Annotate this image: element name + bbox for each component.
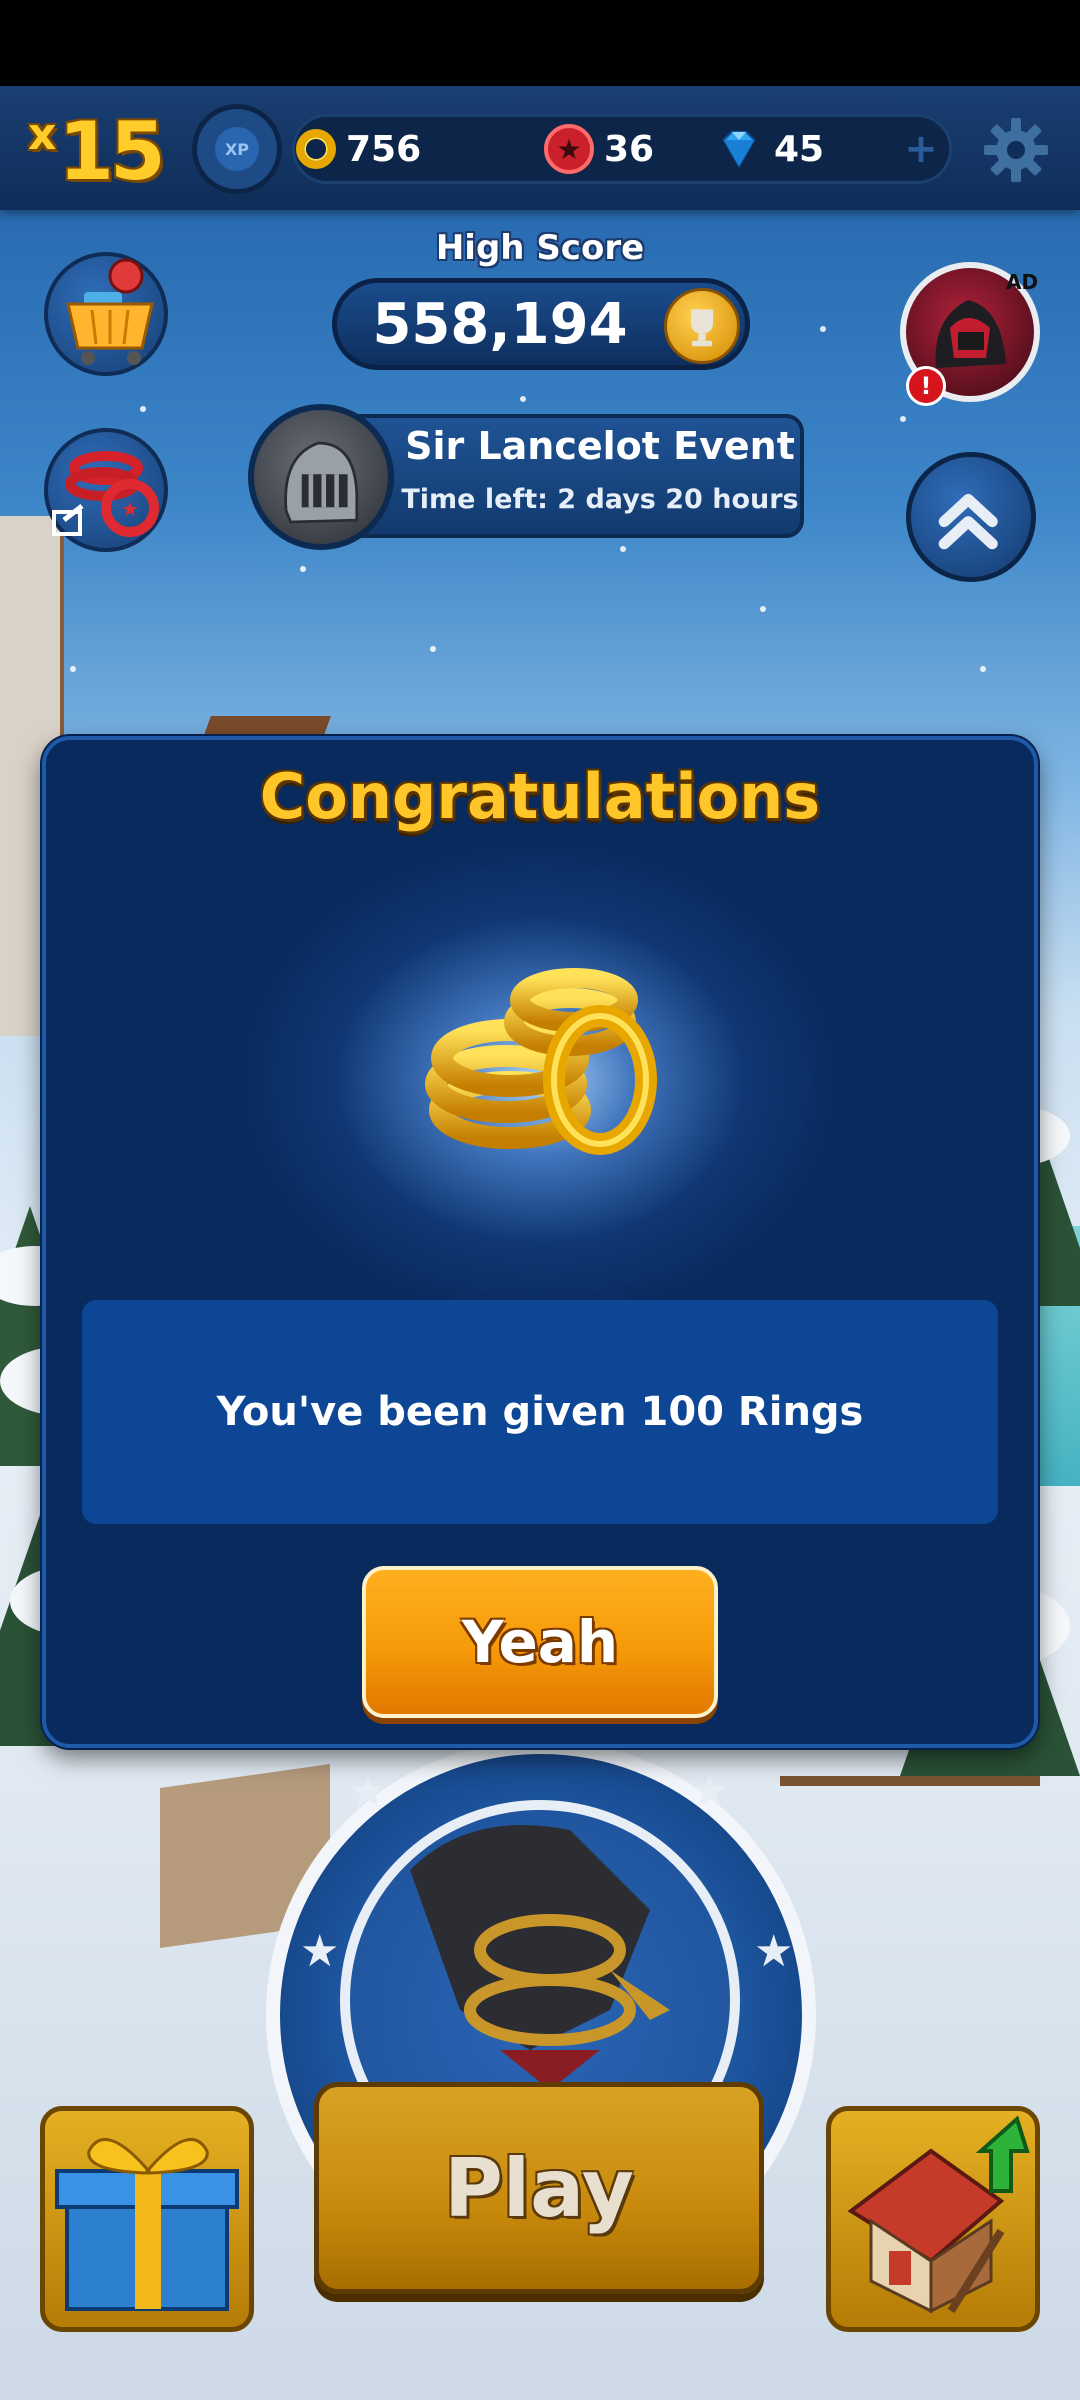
- alert-symbol: !: [920, 372, 932, 400]
- star-icon: ★: [754, 1926, 794, 1977]
- gems-count: 45: [774, 128, 825, 170]
- status-bar: [0, 0, 1080, 86]
- gems-counter: 45: [716, 118, 824, 180]
- score-multiplier: x 15: [28, 98, 166, 198]
- multiplier-value: 15: [58, 105, 165, 198]
- gift-icon: [55, 2137, 239, 2311]
- trophy-icon[interactable]: [664, 288, 740, 364]
- dialog-message: You've been given 100 Rings: [216, 1389, 864, 1435]
- chevron-up-icon: [938, 493, 998, 550]
- house-upgrade-icon: [847, 2115, 1030, 2314]
- xp-progress-badge[interactable]: XP: [192, 104, 282, 194]
- build-button[interactable]: [826, 2106, 1040, 2332]
- svg-text:★: ★: [121, 497, 139, 521]
- buy-currency-button[interactable]: +: [898, 124, 944, 174]
- gift-button[interactable]: [40, 2106, 254, 2332]
- xp-icon: XP: [215, 127, 259, 171]
- ad-badge: AD: [1006, 270, 1039, 294]
- share-rings-button[interactable]: ★: [44, 428, 168, 552]
- gold-rings-icon: [425, 968, 657, 1155]
- shop-cart-icon: [66, 258, 154, 365]
- high-score-label: High Score: [435, 228, 645, 268]
- expand-menu-button[interactable]: [906, 452, 1036, 582]
- confirm-button-label: Yeah: [461, 1608, 619, 1676]
- gem-icon: [722, 131, 756, 169]
- star-icon: ★: [300, 1926, 340, 1977]
- rings-counter: 756: [296, 118, 421, 180]
- multiplier-prefix: x: [28, 109, 57, 160]
- knight-helmet: [284, 441, 359, 524]
- event-time-left: Time left: 2 days 20 hours: [401, 484, 799, 515]
- red-star-rings-count: 36: [604, 128, 655, 170]
- xp-label: XP: [224, 139, 250, 159]
- knight-avatar-icon[interactable]: [248, 404, 394, 550]
- alert-icon: !: [906, 366, 946, 406]
- confirm-button[interactable]: Yeah: [362, 1566, 718, 1718]
- event-title: Sir Lancelot Event: [405, 424, 795, 468]
- ring-icon: [296, 129, 336, 169]
- rings-count: 756: [346, 128, 422, 170]
- red-star-rings-counter: ★ 36: [544, 118, 654, 180]
- play-button[interactable]: Play: [314, 2082, 764, 2294]
- red-star-ring-icon: ★: [544, 124, 594, 174]
- gear-icon[interactable]: [982, 116, 1050, 184]
- play-button-label: Play: [444, 2141, 634, 2235]
- plus-icon: +: [904, 126, 938, 172]
- dialog-title: Congratulations: [259, 760, 821, 833]
- share-rings-icon: ★: [52, 451, 159, 537]
- high-score-value: 558,194: [372, 291, 628, 357]
- shop-button[interactable]: [44, 252, 168, 376]
